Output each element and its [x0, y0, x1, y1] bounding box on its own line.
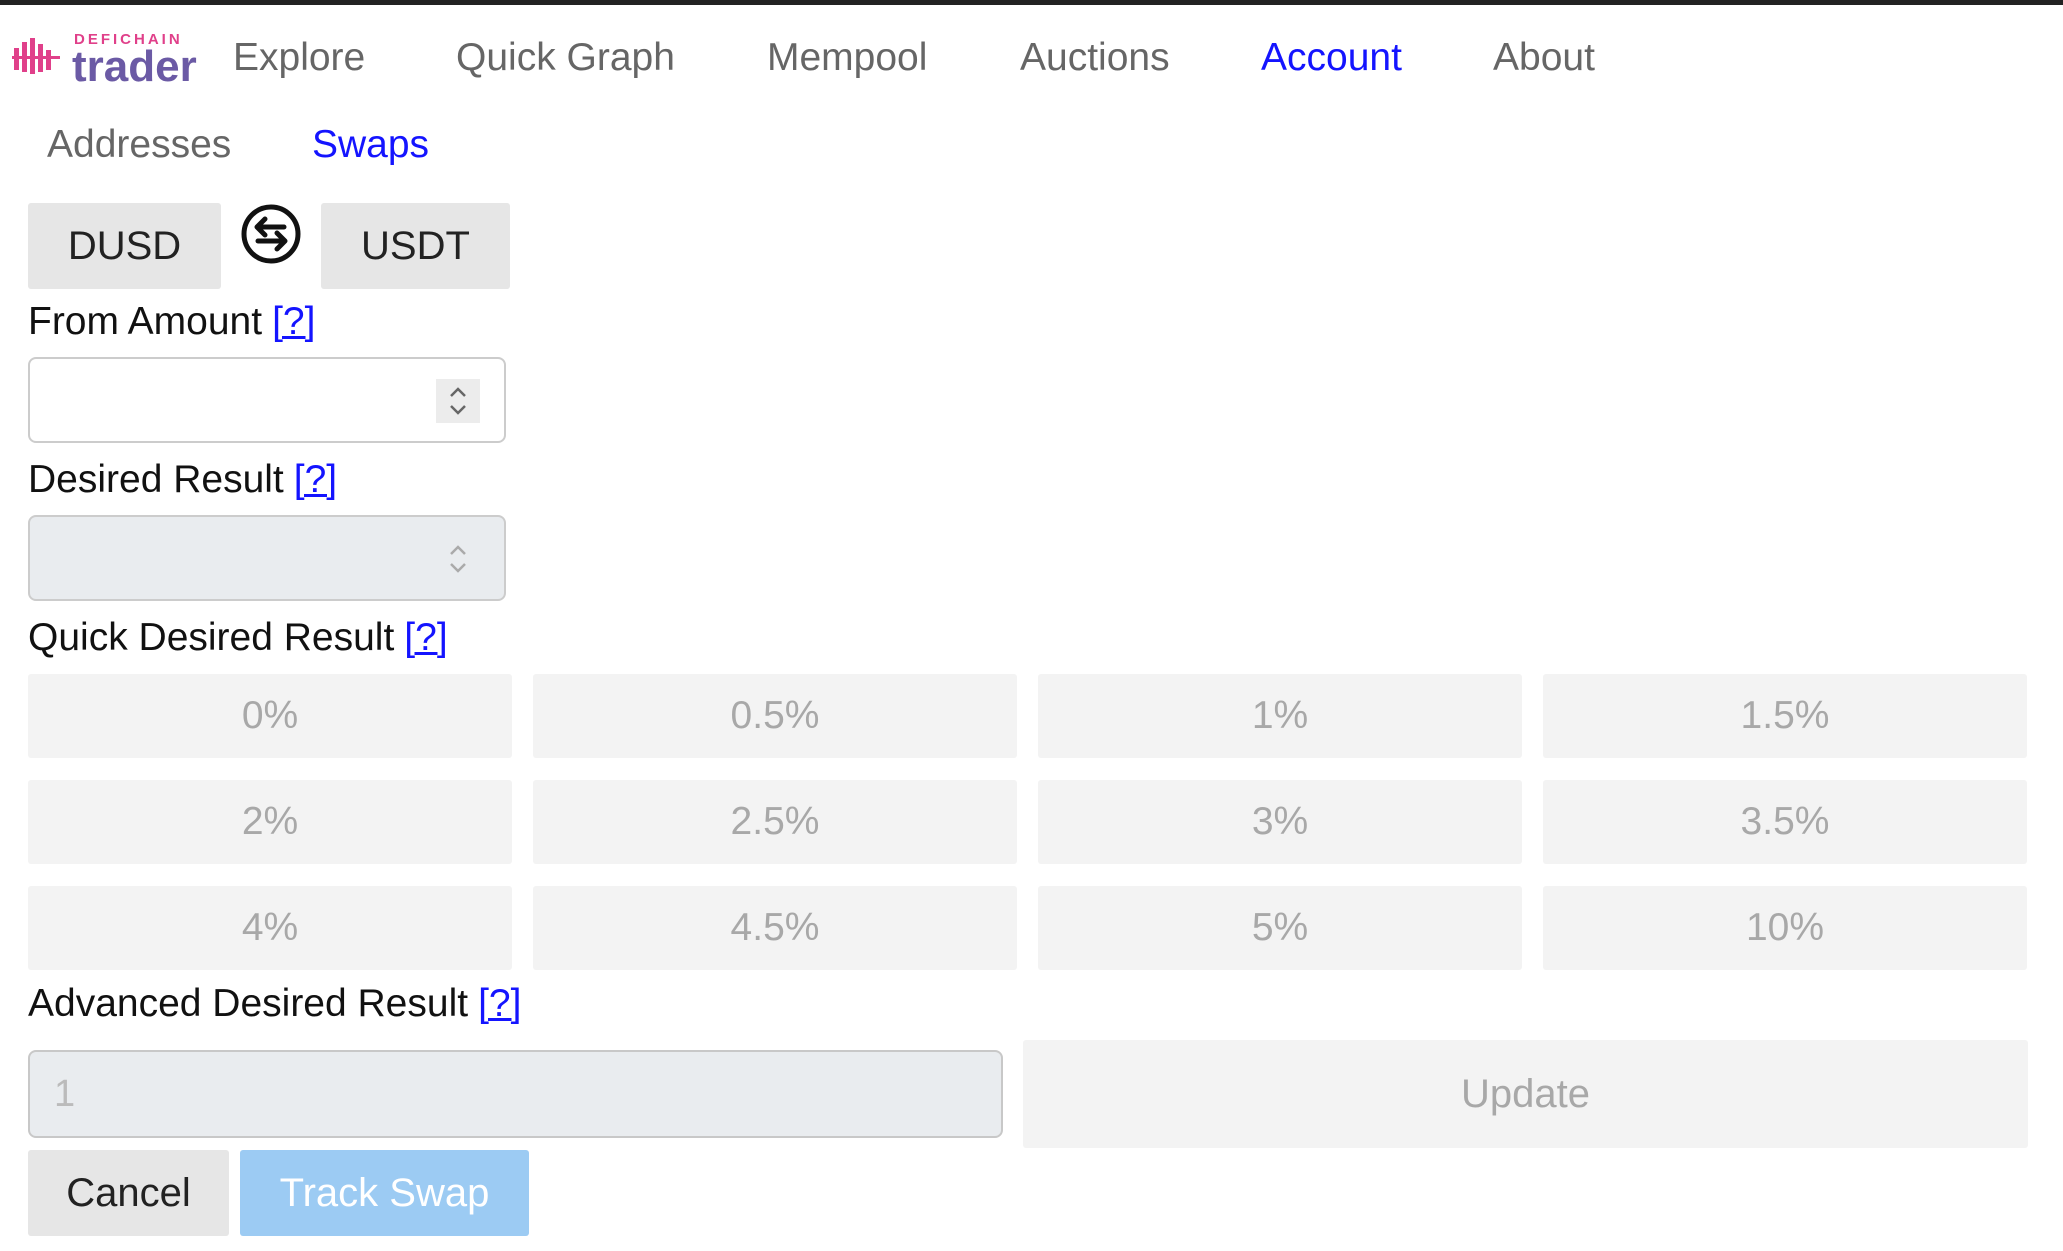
- stepper-chevrons-icon: [450, 387, 466, 415]
- quick-result-button-2[interactable]: 2%: [28, 780, 512, 864]
- nav-mempool[interactable]: Mempool: [767, 36, 927, 80]
- swap-direction-icon[interactable]: [240, 203, 302, 265]
- quick-result-button-0[interactable]: 0%: [28, 674, 512, 758]
- quick-result-button-5[interactable]: 5%: [1038, 886, 1522, 970]
- quick-result-button-3[interactable]: 3%: [1038, 780, 1522, 864]
- quick-result-button-3.5[interactable]: 3.5%: [1543, 780, 2027, 864]
- quick-desired-result-help-link[interactable]: [?]: [404, 616, 447, 659]
- quick-result-button-1.5[interactable]: 1.5%: [1543, 674, 2027, 758]
- from-amount-label: From Amount [?]: [28, 300, 316, 343]
- top-border: [0, 0, 2063, 5]
- tab-swaps[interactable]: Swaps: [312, 123, 429, 167]
- tab-addresses[interactable]: Addresses: [47, 123, 231, 167]
- desired-result-help-link[interactable]: [?]: [294, 458, 337, 501]
- quick-result-button-4[interactable]: 4%: [28, 886, 512, 970]
- desired-result-label: Desired Result [?]: [28, 458, 338, 501]
- nav-about[interactable]: About: [1493, 36, 1595, 80]
- to-token-button[interactable]: USDT: [321, 203, 510, 289]
- from-amount-input[interactable]: [28, 357, 506, 443]
- quick-result-button-4.5[interactable]: 4.5%: [533, 886, 1017, 970]
- logo-trader-text: trader: [72, 42, 197, 91]
- defichain-trader-logo[interactable]: DEFICHAIN trader: [12, 28, 197, 91]
- advanced-desired-result-help-link[interactable]: [?]: [478, 982, 521, 1025]
- quick-result-button-1[interactable]: 1%: [1038, 674, 1522, 758]
- advanced-desired-result-label: Advanced Desired Result [?]: [28, 982, 522, 1025]
- track-swap-button[interactable]: Track Swap: [240, 1150, 529, 1236]
- quick-result-button-2.5[interactable]: 2.5%: [533, 780, 1017, 864]
- nav-auctions[interactable]: Auctions: [1020, 36, 1170, 80]
- quick-result-button-0.5[interactable]: 0.5%: [533, 674, 1017, 758]
- logo-bars-icon: [12, 38, 60, 74]
- nav-account[interactable]: Account: [1261, 36, 1402, 80]
- desired-result-input[interactable]: [28, 515, 506, 601]
- from-token-button[interactable]: DUSD: [28, 203, 221, 289]
- from-amount-help-link[interactable]: [?]: [272, 300, 315, 343]
- cancel-button[interactable]: Cancel: [28, 1150, 229, 1236]
- quick-desired-result-label: Quick Desired Result [?]: [28, 616, 448, 659]
- advanced-desired-result-input[interactable]: 1: [28, 1050, 1003, 1138]
- update-button[interactable]: Update: [1023, 1040, 2028, 1148]
- desired-result-stepper[interactable]: [436, 537, 480, 581]
- nav-explore[interactable]: Explore: [233, 36, 365, 80]
- quick-result-button-10[interactable]: 10%: [1543, 886, 2027, 970]
- stepper-chevrons-icon: [450, 545, 466, 573]
- from-amount-stepper[interactable]: [436, 379, 480, 423]
- nav-quick-graph[interactable]: Quick Graph: [456, 36, 675, 80]
